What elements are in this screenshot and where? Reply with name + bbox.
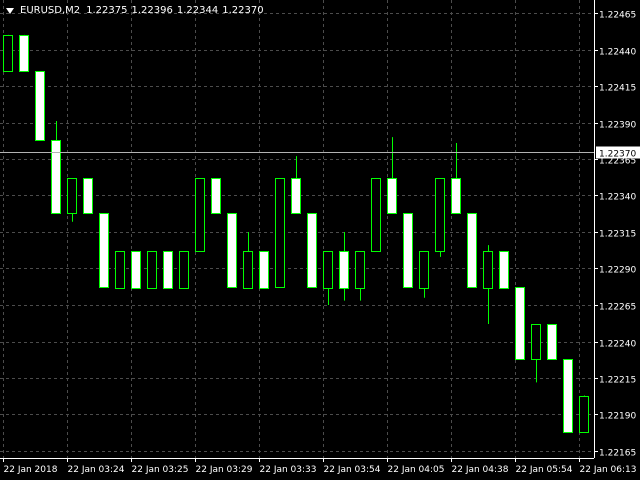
candle[interactable] [275, 177, 285, 288]
price-tick-label: 1.22390 [599, 121, 636, 131]
price-tick-label: 1.22165 [599, 449, 636, 459]
candle-body-bull [3, 35, 13, 72]
candle-body-bull [195, 178, 205, 252]
price-tick-label: 1.22415 [599, 84, 636, 94]
candle-body-bear [83, 178, 93, 214]
candle-body-bear [387, 178, 397, 214]
candle-body-bull [243, 251, 253, 289]
candle-body-bear [259, 251, 269, 289]
price-tick-label: 1.22340 [599, 193, 636, 203]
symbol-timeframe: EURUSD,M2 [20, 5, 81, 16]
time-tick-label: 22 Jan 03:29 [196, 465, 253, 475]
candle-body-bull [419, 251, 429, 289]
candle-body-bull [579, 396, 589, 433]
candle[interactable] [35, 71, 45, 141]
candle[interactable] [131, 250, 141, 289]
candle[interactable] [147, 250, 157, 289]
candle-body-bear [451, 178, 461, 214]
candle-body-bull [371, 178, 381, 252]
chart-header: EURUSD,M2 1.22375 1.22396 1.22344 1.2237… [4, 3, 268, 19]
candle[interactable] [115, 250, 125, 289]
time-tick-label: 22 Jan 03:33 [260, 465, 317, 475]
time-tick-label: 22 Jan 06:13 [580, 465, 637, 475]
candle-body-bear [35, 71, 45, 141]
price-tick-label: 1.22465 [599, 11, 636, 21]
candle-body-bear [515, 287, 525, 360]
candle-body-bear [19, 35, 29, 72]
candle[interactable] [259, 250, 269, 289]
candle-body-bull [483, 251, 493, 289]
candle-body-bear [563, 359, 573, 433]
low-value: 1.22344 [176, 5, 219, 16]
candle-body-bull [531, 324, 541, 360]
candle[interactable] [211, 177, 221, 214]
candle-body-bear [467, 213, 477, 288]
price-tick-label: 1.22290 [599, 266, 636, 276]
candle[interactable] [99, 213, 109, 288]
candle-body-bear [403, 213, 413, 288]
time-tick-label: 22 Jan 03:54 [324, 465, 381, 475]
candle[interactable] [371, 177, 381, 252]
candle-body-bear [99, 213, 109, 288]
candle[interactable] [435, 177, 445, 257]
time-tick-label: 22 Jan 05:54 [516, 465, 573, 475]
candle-body-bear [307, 213, 317, 288]
candle[interactable] [403, 213, 413, 288]
time-tick-label: 22 Jan 04:38 [452, 465, 509, 475]
candle[interactable] [307, 213, 317, 288]
dropdown-triangle-icon[interactable] [6, 8, 14, 14]
candle[interactable] [3, 34, 13, 72]
price-tick-label: 1.22440 [599, 48, 636, 58]
time-tick-label: 22 Jan 2018 [4, 465, 58, 475]
candlestick-chart[interactable]: 1.22370 1.22465 1.22440 1.22415 1.22390 1.22… [0, 0, 640, 480]
candle-body-bear [227, 213, 237, 288]
candle[interactable] [515, 287, 525, 360]
price-tick-label: 1.22265 [599, 303, 636, 313]
candle[interactable] [195, 177, 205, 252]
candle[interactable] [467, 213, 477, 288]
candle-body-bull [115, 251, 125, 289]
time-tick-label: 22 Jan 03:25 [132, 465, 189, 475]
candle[interactable] [19, 34, 29, 72]
candle-body-bull [179, 251, 189, 289]
candle-body-bull [147, 251, 157, 289]
candle[interactable] [83, 177, 93, 214]
price-tick-label: 1.22365 [599, 157, 636, 167]
candle-body-bull [67, 178, 77, 214]
candle[interactable] [163, 250, 173, 289]
time-tick-label: 22 Jan 04:05 [388, 465, 445, 475]
candle[interactable] [563, 359, 573, 433]
candle-body-bull [355, 251, 365, 289]
high-value: 1.22396 [131, 5, 173, 16]
candle-body-bear [499, 251, 509, 289]
open-value: 1.22375 [86, 5, 128, 16]
candle-body-bear [51, 140, 61, 214]
price-tick-label: 1.22240 [599, 340, 636, 350]
candle[interactable] [579, 395, 589, 433]
time-tick-label: 22 Jan 03:24 [68, 465, 125, 475]
candle-body-bear [163, 251, 173, 289]
price-tick-label: 1.22190 [599, 412, 636, 422]
candle[interactable] [227, 213, 237, 288]
candle-body-bear [131, 251, 141, 289]
candle-body-bear [291, 178, 301, 214]
candle-body-bear [211, 178, 221, 214]
candle[interactable] [179, 250, 189, 289]
price-tick-label: 1.22315 [599, 230, 636, 240]
candle[interactable] [547, 323, 557, 360]
candle-body-bull [275, 178, 285, 288]
candle-body-bull [435, 178, 445, 252]
close-value: 1.22370 [222, 5, 264, 16]
candle[interactable] [499, 250, 509, 289]
price-tick-label: 1.22215 [599, 376, 636, 386]
candle-body-bear [547, 324, 557, 360]
candle-body-bear [339, 251, 349, 289]
candle-body-bull [323, 251, 333, 289]
